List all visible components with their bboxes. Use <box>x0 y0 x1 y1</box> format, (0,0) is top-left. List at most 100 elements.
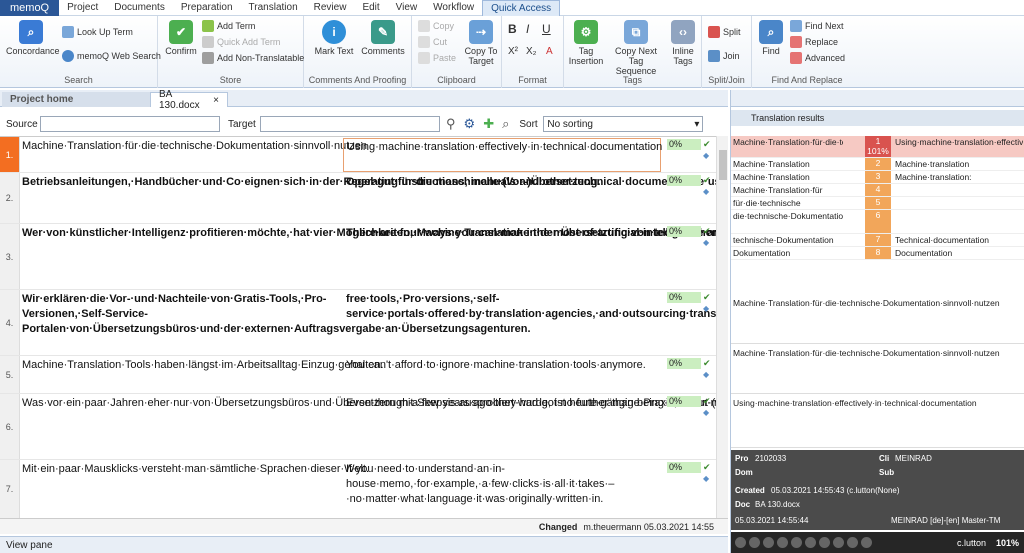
cut-button[interactable]: Cut <box>418 36 447 48</box>
copy-button[interactable]: Copy <box>418 20 454 32</box>
tab-documents[interactable]: Documents <box>106 0 173 16</box>
tab-translation[interactable]: Translation <box>241 0 306 16</box>
confirm-button[interactable]: ✔ Confirm <box>162 20 200 56</box>
comment-status-icon[interactable]: ◆ <box>703 304 709 313</box>
list-item[interactable]: Dokumentation 8 Documentation <box>731 247 1024 260</box>
table-row[interactable]: 6. Was·vor·ein·paar·Jahren·eher·nur·von·… <box>0 394 728 460</box>
tab-project-home[interactable]: Project home <box>2 92 150 107</box>
nav-dot-icon[interactable] <box>777 537 788 548</box>
tab-project[interactable]: Project <box>59 0 106 16</box>
comment-status-icon[interactable]: ◆ <box>703 187 709 196</box>
list-item[interactable]: die·technische·Dokumentation 6 <box>731 210 1024 234</box>
clear-format-button[interactable]: A <box>546 46 553 57</box>
copy-next-tag-button[interactable]: ⧉ Copy Next Tag Sequence <box>608 20 664 76</box>
comment-status-icon[interactable]: ◆ <box>703 408 709 417</box>
list-item[interactable]: technische·Dokumentation 7 Technical·docum… <box>731 234 1024 247</box>
italic-button[interactable]: I <box>526 22 529 36</box>
nav-dot-icon[interactable] <box>847 537 858 548</box>
target-cell[interactable]: Operating·instructions,·manuals·and·othe… <box>346 175 728 190</box>
list-item[interactable]: Machine·Translation 2 Machine·translation <box>731 158 1024 171</box>
add-filter-icon[interactable]: ✚ <box>483 116 494 132</box>
nav-dot-icon[interactable] <box>763 537 774 548</box>
add-term-button[interactable]: Add Term <box>202 20 255 32</box>
tab-review[interactable]: Review <box>306 0 355 16</box>
table-row[interactable]: 4. Wir·erklären·die·Vor-·und·Nachteile·v… <box>0 290 728 356</box>
target-cell[interactable]: Even·though·a·few·years·ago·they·had·got… <box>346 396 728 411</box>
target-cell[interactable]: There·are·four·ways·you·can·make·the·mos… <box>346 226 728 241</box>
source-cell[interactable]: Machine·Translation·für·die·technische·D… <box>22 139 367 154</box>
nav-dot-icon[interactable] <box>819 537 830 548</box>
clipboard-group-title: Clipboard <box>437 75 476 85</box>
target-cell[interactable]: free·tools,·Pro·versions,·self-service·p… <box>346 292 728 322</box>
add-non-translatable-button[interactable]: Add Non-Translatable <box>202 52 304 64</box>
table-row[interactable]: 3. Wer·von·künstlicher·Intelligenz·profi… <box>0 224 728 290</box>
app-menu-button[interactable]: memoQ <box>0 0 60 16</box>
filter-icon[interactable]: ⚲ <box>446 116 456 132</box>
quick-add-term-button[interactable]: Quick Add Term <box>202 36 280 48</box>
nav-dot-icon[interactable] <box>749 537 760 548</box>
close-icon[interactable]: × <box>213 95 219 106</box>
nav-dot-icon[interactable] <box>833 537 844 548</box>
sort-select[interactable]: No sorting ▾ <box>543 116 704 132</box>
source-cell[interactable]: Wir·erklären·die·Vor-·und·Nachteile·von·… <box>22 292 531 337</box>
list-item[interactable]: für·die·technische 5 <box>731 197 1024 210</box>
join-button[interactable]: Join <box>708 50 740 62</box>
source-cell[interactable]: Betriebsanleitungen,·Handbücher·und·Co·e… <box>22 175 601 190</box>
magnifier-icon: ⌕ <box>759 20 783 44</box>
comment-status-icon[interactable]: ◆ <box>703 474 709 483</box>
concordance-button[interactable]: ⌕ Concordance <box>6 20 60 56</box>
table-row[interactable]: 7. Mit·ein·paar·Mausklicks·versteht·man·… <box>0 460 716 518</box>
tag-insertion-button[interactable]: ⚙ Tag Insertion <box>566 20 606 66</box>
tab-workflow[interactable]: Workflow <box>425 0 482 16</box>
comment-status-icon[interactable]: ◆ <box>703 370 709 379</box>
tab-document[interactable]: BA 130.docx × <box>150 89 228 111</box>
list-item[interactable]: Machine·Translation·für·die·technische·D… <box>731 136 1024 158</box>
split-button[interactable]: Split <box>708 26 741 38</box>
comment-status-icon[interactable]: ◆ <box>703 238 709 247</box>
grid-scrollbar[interactable] <box>716 136 728 518</box>
replace-button[interactable]: Replace <box>790 36 838 48</box>
zoom-level[interactable]: 101% <box>996 538 1019 548</box>
table-row[interactable]: 5. Machine·Translation·Tools·haben·längs… <box>0 356 716 394</box>
nav-dot-icon[interactable] <box>861 537 872 548</box>
tab-view[interactable]: View <box>388 0 426 16</box>
tab-edit[interactable]: Edit <box>354 0 387 16</box>
gear-icon[interactable]: ⚙ <box>464 116 476 132</box>
mark-text-button[interactable]: i Mark Text <box>312 20 356 56</box>
source-filter-input[interactable] <box>40 116 220 132</box>
underline-button[interactable]: U <box>542 22 551 36</box>
target-filter-input[interactable] <box>260 116 440 132</box>
list-item[interactable]: Machine·Translation 3 Machine·translation: <box>731 171 1024 184</box>
source-cell[interactable]: Machine·Translation·Tools·haben·längst·i… <box>22 358 384 373</box>
web-search-button[interactable]: memoQ Web Search <box>62 50 161 62</box>
comments-button[interactable]: ✎ Comments <box>360 20 406 56</box>
nav-dot-icon[interactable] <box>805 537 816 548</box>
find-button[interactable]: ⌕ Find <box>756 20 786 56</box>
target-cell[interactable]: If·you·need·to·understand·an·in-house·me… <box>346 462 664 507</box>
advanced-button[interactable]: Advanced <box>790 52 845 64</box>
source-cell[interactable]: Wer·von·künstlicher·Intelligenz·profitie… <box>22 226 728 241</box>
target-cell[interactable]: You·can't·afford·to·ignore·machine·trans… <box>346 358 664 373</box>
comment-status-icon[interactable]: ◆ <box>703 151 709 160</box>
nav-dot-icon[interactable] <box>735 537 746 548</box>
tab-quick-access[interactable]: Quick Access <box>482 0 561 16</box>
inline-tags-button[interactable]: ‹› Inline Tags <box>666 20 700 66</box>
source-cell[interactable]: Was·vor·ein·paar·Jahren·eher·nur·von·Übe… <box>22 396 728 411</box>
bold-button[interactable]: B <box>508 22 517 36</box>
scrollbar-thumb[interactable] <box>719 150 727 180</box>
table-row[interactable]: 2. Betriebsanleitungen,·Handbücher·und·C… <box>0 173 728 224</box>
find-next-button[interactable]: Find Next <box>790 20 844 32</box>
subscript-button[interactable]: X₂ <box>526 46 537 57</box>
list-item[interactable]: Machine·Translation·für 4 <box>731 184 1024 197</box>
tab-preparation[interactable]: Preparation <box>173 0 241 16</box>
source-cell[interactable]: Mit·ein·paar·Mausklicks·versteht·man·säm… <box>22 462 369 477</box>
view-pane-bar[interactable]: View pane <box>0 536 728 553</box>
look-up-term-button[interactable]: Look Up Term <box>62 26 133 38</box>
target-cell[interactable]: Using·machine·translation·effectively·in… <box>343 138 662 172</box>
table-row[interactable]: 1. Machine·Translation·für·die·technisch… <box>0 137 716 173</box>
nav-dot-icon[interactable] <box>791 537 802 548</box>
superscript-button[interactable]: X² <box>508 46 518 57</box>
paste-button[interactable]: Paste <box>418 52 456 64</box>
search-icon[interactable]: ⌕ <box>502 116 509 132</box>
copy-to-target-button[interactable]: ⇢ Copy To Target <box>462 20 500 66</box>
